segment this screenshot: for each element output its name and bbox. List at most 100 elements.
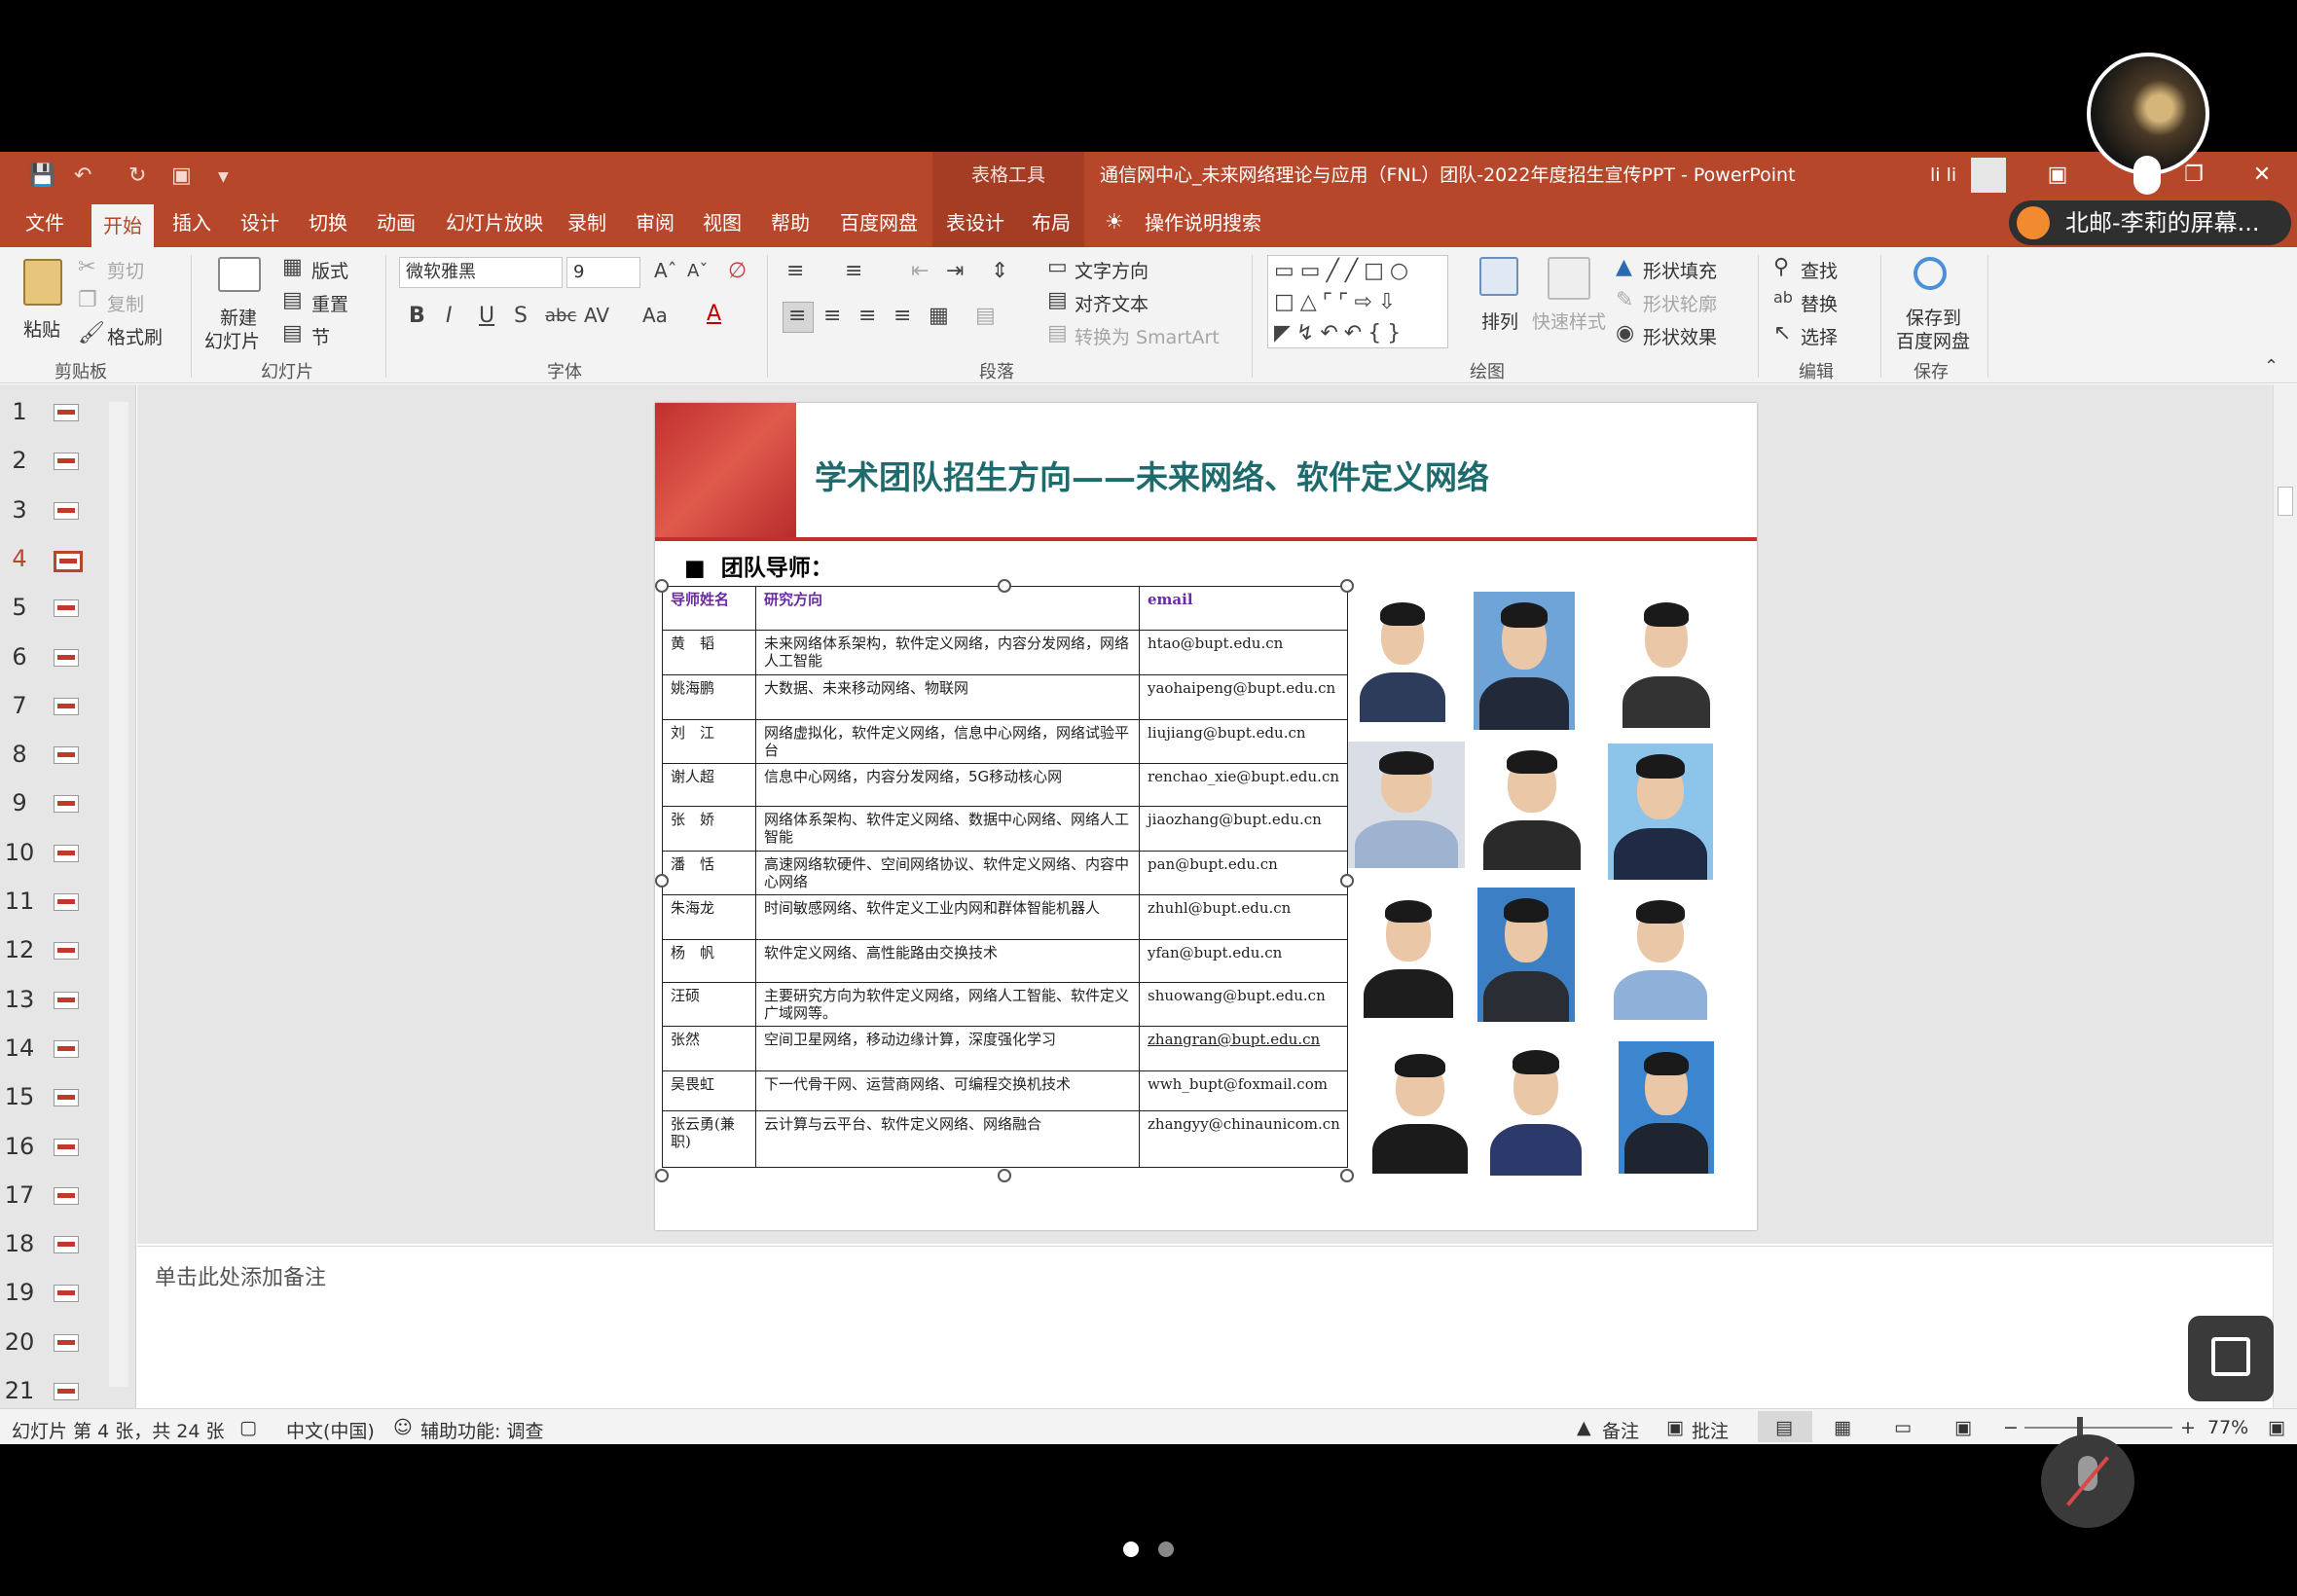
advisor-name-cell[interactable]: 吴畏虹 bbox=[662, 1070, 756, 1111]
new-slide-button-line2[interactable]: 幻灯片 bbox=[204, 327, 260, 353]
save-to-cloud-line2[interactable]: 百度网盘 bbox=[1896, 327, 1970, 353]
research-cell[interactable]: 高速网络软硬件、空间网络协议、软件定义网络、内容中心网络 bbox=[755, 851, 1140, 895]
slide-thumbnail[interactable] bbox=[54, 697, 79, 715]
scroll-thumb[interactable] bbox=[2278, 487, 2293, 516]
thumbnail-number[interactable]: 18 bbox=[0, 1230, 39, 1257]
resize-handle-br[interactable] bbox=[1340, 1169, 1354, 1182]
increase-indent-icon[interactable]: ⇥ bbox=[946, 261, 964, 282]
slide-thumbnail[interactable] bbox=[54, 1285, 79, 1303]
advisor-photo[interactable] bbox=[1484, 1039, 1587, 1176]
tab-file[interactable]: 文件 bbox=[25, 199, 64, 247]
slide-thumbnail[interactable] bbox=[54, 942, 79, 961]
underline-icon[interactable]: U bbox=[479, 306, 494, 327]
advisor-name-cell[interactable]: 汪硕 bbox=[662, 982, 756, 1027]
shape-outline-button[interactable]: 形状轮廓 bbox=[1643, 290, 1717, 316]
research-cell[interactable]: 大数据、未来移动网络、物联网 bbox=[755, 674, 1140, 720]
research-cell[interactable]: 空间卫星网络，移动边缘计算，深度强化学习 bbox=[755, 1026, 1140, 1071]
slide-thumbnail[interactable] bbox=[54, 1186, 79, 1205]
clear-format-icon[interactable]: ∅ bbox=[728, 261, 747, 282]
zoom-level[interactable]: 77% bbox=[2207, 1417, 2248, 1438]
shape-effects-button[interactable]: 形状效果 bbox=[1643, 323, 1717, 349]
slide-sorter-icon[interactable]: ▦ bbox=[1834, 1417, 1851, 1438]
baidu-cloud-icon[interactable] bbox=[1914, 257, 1947, 290]
research-cell[interactable]: 时间敏感网络、软件定义工业内网和群体智能机器人 bbox=[755, 894, 1140, 940]
tab-review[interactable]: 审阅 bbox=[636, 199, 675, 247]
language-indicator[interactable]: 中文(中国) bbox=[286, 1417, 375, 1443]
arrange-icon[interactable] bbox=[1479, 257, 1518, 296]
email-cell[interactable]: wwh_bupt@foxmail.com bbox=[1139, 1070, 1348, 1111]
comments-toggle[interactable]: 批注 bbox=[1692, 1417, 1729, 1443]
paste-button[interactable]: 粘贴 bbox=[23, 315, 60, 342]
notes-placeholder[interactable]: 单击此处添加备注 bbox=[155, 1260, 326, 1291]
research-cell[interactable]: 云计算与云平台、软件定义网络、网络融合 bbox=[755, 1110, 1140, 1168]
thumbnail-number[interactable]: 19 bbox=[0, 1279, 39, 1306]
advisor-photo[interactable] bbox=[1608, 744, 1713, 880]
slide-thumbnail[interactable] bbox=[54, 1138, 79, 1156]
email-cell[interactable]: pan@bupt.edu.cn bbox=[1139, 851, 1348, 895]
distribute-icon[interactable]: ▦ bbox=[929, 306, 949, 327]
thumbnail-number[interactable]: 2 bbox=[0, 447, 39, 474]
zoom-out-icon[interactable]: − bbox=[2003, 1417, 2019, 1438]
user-name[interactable]: li li bbox=[1930, 152, 1956, 199]
tab-insert[interactable]: 插入 bbox=[172, 199, 211, 247]
thumbnail-number[interactable]: 9 bbox=[0, 789, 39, 816]
advisor-name-cell[interactable]: 谢人超 bbox=[662, 763, 756, 807]
advisor-name-cell[interactable]: 朱海龙 bbox=[662, 894, 756, 940]
slide-thumbnail[interactable] bbox=[54, 1333, 79, 1352]
zoom-slider[interactable] bbox=[2024, 1427, 2172, 1429]
page-indicator-dot[interactable] bbox=[1158, 1542, 1174, 1557]
email-cell[interactable]: zhangyy@chinaunicom.cn bbox=[1139, 1110, 1348, 1168]
new-slide-button-line1[interactable]: 新建 bbox=[220, 304, 257, 330]
quick-styles-icon[interactable] bbox=[1548, 257, 1590, 300]
align-text-button[interactable]: 对齐文本 bbox=[1075, 290, 1148, 316]
resize-handle-bm[interactable] bbox=[998, 1169, 1011, 1182]
slide-thumbnail[interactable] bbox=[54, 795, 79, 814]
thumbnail-number[interactable]: 20 bbox=[0, 1328, 39, 1356]
advisor-name-cell[interactable]: 张然 bbox=[662, 1026, 756, 1071]
text-direction-button[interactable]: 文字方向 bbox=[1075, 257, 1148, 283]
cut-button[interactable]: 剪切 bbox=[107, 257, 144, 283]
vertical-scrollbar[interactable] bbox=[2273, 384, 2297, 1408]
slide-thumbnail[interactable] bbox=[54, 1039, 79, 1058]
tab-home[interactable]: 开始 bbox=[91, 204, 154, 247]
tab-animations[interactable]: 动画 bbox=[377, 199, 416, 247]
email-cell[interactable]: zhuhl@bupt.edu.cn bbox=[1139, 894, 1348, 940]
justify-icon[interactable]: ≡ bbox=[893, 306, 911, 327]
resize-handle-tr[interactable] bbox=[1340, 579, 1354, 593]
replace-button[interactable]: 替换 bbox=[1801, 290, 1838, 316]
thumbnail-scrollbar[interactable] bbox=[109, 402, 128, 1387]
slide-thumbnail[interactable] bbox=[54, 550, 83, 572]
accessibility-status[interactable]: 辅助功能: 调查 bbox=[420, 1417, 543, 1443]
notes-toggle[interactable]: 备注 bbox=[1602, 1417, 1639, 1443]
advisor-photo[interactable] bbox=[1607, 889, 1714, 1020]
research-cell[interactable]: 网络虚拟化，软件定义网络，信息中心网络，网络试验平台 bbox=[755, 719, 1140, 764]
advisor-photo[interactable] bbox=[1348, 742, 1465, 868]
slide-thumbnail[interactable] bbox=[54, 501, 79, 520]
slide-canvas[interactable]: 学术团队招生方向——未来网络、软件定义网络 ■ 团队导师： 导师姓名 研究方向 … bbox=[655, 403, 1757, 1230]
change-case-icon[interactable]: Aa bbox=[642, 306, 668, 325]
section-button[interactable]: 节 bbox=[311, 323, 330, 349]
slide-thumbnail[interactable] bbox=[54, 648, 79, 667]
page-indicator-dot-active[interactable] bbox=[1123, 1542, 1139, 1557]
advisor-name-cell[interactable]: 杨 帆 bbox=[662, 939, 756, 983]
tab-design[interactable]: 设计 bbox=[240, 199, 279, 247]
columns-icon[interactable]: ▤ bbox=[975, 306, 996, 327]
tab-record[interactable]: 录制 bbox=[567, 199, 606, 247]
advisor-name-cell[interactable]: 刘 江 bbox=[662, 719, 756, 764]
advisor-name-cell[interactable]: 潘 恬 bbox=[662, 851, 756, 895]
header-email[interactable]: email bbox=[1139, 586, 1348, 631]
slide-thumbnail[interactable] bbox=[54, 844, 79, 862]
thumbnail-number[interactable]: 15 bbox=[0, 1083, 39, 1110]
thumbnail-number[interactable]: 13 bbox=[0, 986, 39, 1013]
reading-view-icon[interactable]: ▭ bbox=[1894, 1417, 1912, 1438]
save-icon[interactable]: 💾 bbox=[29, 163, 55, 188]
font-family-select[interactable]: 微软雅黑 bbox=[399, 257, 563, 288]
select-button[interactable]: 选择 bbox=[1801, 323, 1838, 349]
tab-slideshow[interactable]: 幻灯片放映 bbox=[446, 199, 543, 247]
advisor-table[interactable]: 导师姓名 研究方向 email 黄 韬未来网络体系架构，软件定义网络，内容分发网… bbox=[662, 586, 1348, 1168]
resize-handle-mr[interactable] bbox=[1340, 874, 1354, 888]
advisor-photo[interactable] bbox=[1474, 592, 1575, 730]
thumbnail-number[interactable]: 14 bbox=[0, 1034, 39, 1062]
email-cell[interactable]: renchao_xie@bupt.edu.cn bbox=[1139, 763, 1348, 807]
slide-thumbnail[interactable] bbox=[54, 453, 79, 471]
